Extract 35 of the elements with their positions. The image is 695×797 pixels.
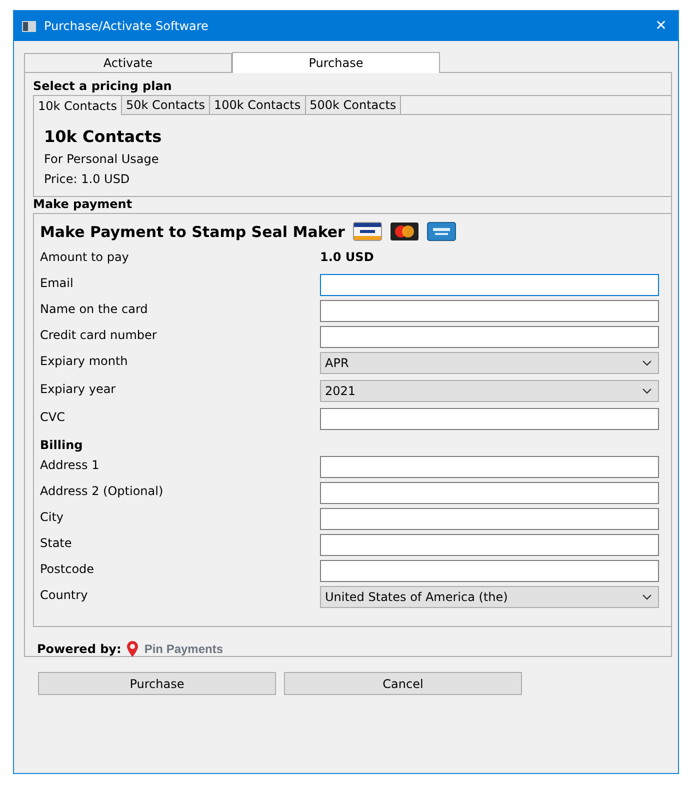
payment-heading: Make Payment to Stamp Seal Maker — [40, 222, 345, 240]
amount-value: 1.0 USD — [320, 249, 375, 264]
dropdown[interactable]: United States of America (the) — [320, 586, 659, 608]
dropdown[interactable]: APR — [320, 352, 659, 374]
close-button[interactable]: ✕ — [644, 11, 678, 41]
field-label: Name on the card — [40, 301, 149, 316]
dialog-button[interactable]: Purchase — [38, 672, 276, 695]
plan-price: Price: 1.0 USD — [44, 172, 131, 186]
field-label: Expiary month — [40, 353, 129, 368]
plan-tab[interactable]: 100k Contacts — [210, 96, 306, 115]
field-label: CVC — [40, 409, 66, 424]
group-label: Billing — [40, 438, 84, 452]
field-label: Credit card number — [40, 327, 158, 342]
plan-tab[interactable]: 500k Contacts — [306, 96, 402, 115]
plan-description: For Personal Usage — [44, 152, 160, 166]
field-label: Amount to pay — [40, 249, 130, 264]
field-label: State — [40, 535, 73, 550]
section-title: Select a pricing plan — [33, 79, 173, 93]
tab[interactable]: Activate — [24, 53, 232, 73]
tab[interactable]: Purchase — [232, 52, 440, 73]
field-label: Email — [40, 275, 74, 290]
brand-name: Pin Payments — [144, 642, 224, 656]
dropdown[interactable]: 2021 — [320, 380, 659, 402]
field-label: Expiary year — [40, 381, 117, 396]
plan-name: 10k Contacts — [44, 127, 163, 146]
powered-by-label: Powered by: — [37, 642, 122, 656]
section-title: Make payment — [33, 197, 134, 211]
field-label: Address 2 (Optional) — [40, 483, 164, 498]
window-title: Purchase/Activate Software — [44, 19, 210, 33]
field-label: Address 1 — [40, 457, 100, 472]
field-label: City — [40, 509, 65, 524]
plan-tab[interactable]: 50k Contacts — [122, 96, 210, 115]
dialog-button[interactable]: Cancel — [284, 672, 522, 695]
field-label: Postcode — [40, 561, 96, 576]
field-label: Country — [40, 587, 89, 602]
